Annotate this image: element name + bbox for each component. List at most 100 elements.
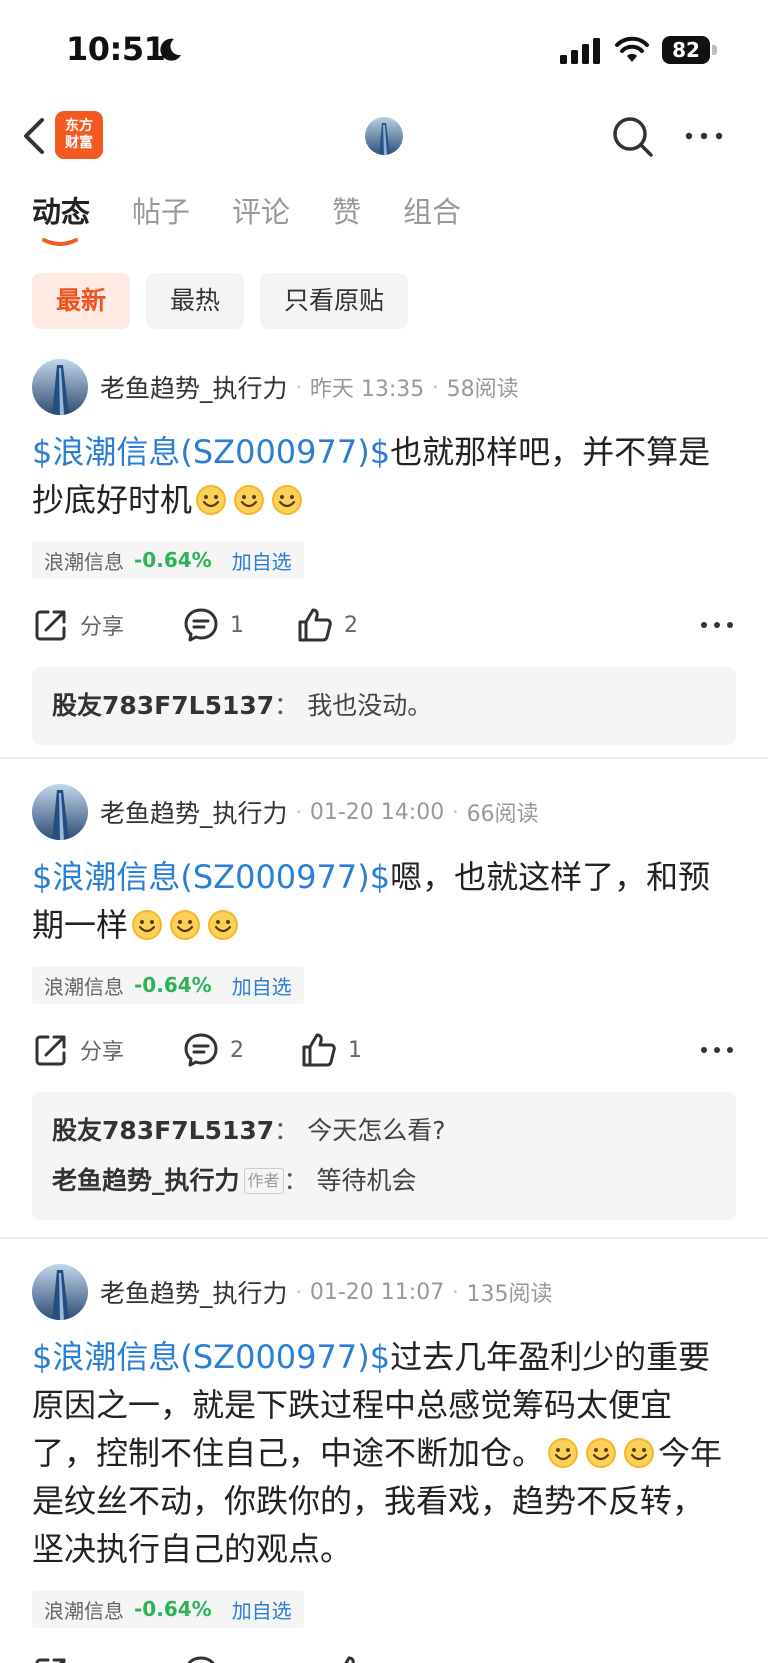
nav-bar: 东方 财富 (0, 100, 768, 172)
tab-portfolio[interactable]: 组合 (403, 188, 461, 236)
profile-tabs: 动态 帖子 评论 赞 组合 (32, 188, 503, 248)
comment-text: 我也没动。 (307, 691, 433, 720)
thumbs-up-icon (344, 1656, 355, 1663)
moon-icon (160, 38, 181, 61)
thumbs-up-icon (302, 1033, 336, 1067)
back-arrow-icon[interactable] (16, 114, 52, 158)
read-count: 66阅读 (466, 802, 539, 827)
read-count: 135阅读 (466, 1282, 553, 1307)
post-card[interactable]: 老鱼趋势_执行力 · 01-20 14:00 · 66阅读 $浪潮信息(SZ00… (0, 783, 768, 1220)
status-time: 10:51 (66, 30, 166, 68)
share-icon (35, 1658, 66, 1663)
tab-label: 组合 (403, 195, 462, 229)
stock-quote-chip[interactable]: 浪潮信息 -0.64% 加自选 (32, 541, 304, 579)
share-button[interactable] (32, 1648, 70, 1663)
comment-button[interactable]: 1 (182, 600, 244, 650)
post-actions (32, 1648, 736, 1663)
filter-hottest[interactable]: 最热 (146, 273, 245, 329)
tab-posts[interactable]: 帖子 (132, 188, 190, 236)
post-time: 01-20 14:00 (309, 799, 445, 825)
author-avatar[interactable] (32, 784, 88, 840)
comment-count: 2 (230, 1037, 244, 1063)
add-watchlist-button[interactable]: 加自选 (232, 1595, 292, 1624)
comment-button[interactable]: 2 (182, 1025, 244, 1075)
add-watchlist-button[interactable]: 加自选 (232, 546, 292, 575)
stock-link[interactable]: $浪潮信息(SZ000977)$ (32, 1338, 390, 1376)
share-button[interactable]: 分享 (32, 1025, 124, 1075)
smile-emoji-icon (586, 1438, 617, 1468)
logo-line-2: 财富 (65, 135, 93, 151)
battery-tip (712, 45, 717, 55)
tab-label: 评论 (232, 195, 291, 229)
post-content[interactable]: $浪潮信息(SZ000977)$也就那样吧，并不算是抄底好时机 (32, 428, 732, 524)
comment-icon (187, 1656, 215, 1663)
like-button[interactable]: 1 (300, 1025, 362, 1075)
stock-quote-chip[interactable]: 浪潮信息 -0.64% 加自选 (32, 966, 304, 1004)
like-button[interactable] (332, 1648, 370, 1663)
filter-latest[interactable]: 最新 (32, 273, 131, 329)
stock-link[interactable]: $浪潮信息(SZ000977)$ (32, 858, 390, 896)
commenter-name[interactable]: 股友783F7L5137 (52, 1116, 274, 1145)
more-options-icon[interactable] (682, 120, 726, 152)
comment-button[interactable] (182, 1648, 220, 1663)
comment-item: 股友783F7L5137： 我也没动。 (52, 681, 716, 731)
separator-dot: · (432, 375, 439, 399)
tab-label: 赞 (332, 195, 362, 229)
comment-item: 老鱼趋势_执行力 作者：等待机会 (52, 1156, 716, 1206)
share-label: 分享 (80, 1040, 125, 1065)
post-divider (0, 1237, 768, 1239)
active-tab-indicator (42, 238, 78, 246)
share-icon (35, 1035, 66, 1066)
tab-activity[interactable]: 动态 (32, 188, 91, 246)
share-button[interactable]: 分享 (32, 600, 124, 650)
stock-name: 浪潮信息 (44, 974, 124, 999)
comment-text: 今天怎么看? (307, 1116, 446, 1145)
filter-original-only[interactable]: 只看原贴 (260, 273, 409, 329)
post-content[interactable]: $浪潮信息(SZ000977)$嗯，也就这样了，和预期一样 (32, 853, 732, 949)
add-watchlist-button[interactable]: 加自选 (232, 971, 292, 1000)
author-name[interactable]: 老鱼趋势_执行力 (100, 794, 288, 830)
stock-link[interactable]: $浪潮信息(SZ000977)$ (32, 433, 390, 471)
stock-name: 浪潮信息 (44, 549, 124, 574)
cellular-signal-icon (560, 38, 600, 64)
smile-emoji-icon (196, 485, 227, 515)
post-header: 老鱼趋势_执行力 · 01-20 11:07 · 135阅读 (32, 1263, 553, 1321)
like-count: 2 (344, 612, 358, 638)
author-name[interactable]: 老鱼趋势_执行力 (100, 1274, 288, 1310)
post-content[interactable]: $浪潮信息(SZ000977)$过去几年盈利少的重要原因之一，就是下跌过程中总感… (32, 1333, 732, 1573)
comment-preview[interactable]: 股友783F7L5137： 今天怎么看? 老鱼趋势_执行力 作者：等待机会 (32, 1092, 736, 1220)
post-card[interactable]: 老鱼趋势_执行力 · 01-20 11:07 · 135阅读 $浪潮信息(SZ0… (0, 1263, 768, 1663)
comment-icon (184, 1033, 218, 1067)
author-avatar[interactable] (32, 1264, 88, 1320)
comment-text: 等待机会 (316, 1166, 417, 1195)
app-logo[interactable]: 东方 财富 (55, 111, 103, 159)
commenter-name[interactable]: 老鱼趋势_执行力 (52, 1166, 240, 1195)
filter-bar: 最新 最热 只看原贴 (32, 273, 424, 329)
like-button[interactable]: 2 (296, 600, 358, 650)
search-icon[interactable] (610, 114, 656, 160)
smile-emoji-icon (208, 910, 239, 940)
post-actions: 分享 2 1 (32, 1025, 736, 1075)
author-name[interactable]: 老鱼趋势_执行力 (100, 369, 288, 405)
tab-likes[interactable]: 赞 (332, 188, 361, 236)
post-more-icon[interactable] (698, 1031, 736, 1069)
stock-change: -0.64% (134, 548, 212, 572)
smile-emoji-icon (272, 485, 303, 515)
author-avatar[interactable] (32, 359, 88, 415)
stock-change: -0.64% (134, 973, 212, 997)
tab-label: 动态 (32, 195, 91, 229)
profile-avatar[interactable] (365, 117, 403, 155)
post-card[interactable]: 老鱼趋势_执行力 · 昨天 13:35 · 58阅读 $浪潮信息(SZ00097… (0, 358, 768, 745)
comment-item: 股友783F7L5137： 今天怎么看? (52, 1106, 716, 1156)
tab-label: 帖子 (132, 195, 191, 229)
tab-comments[interactable]: 评论 (232, 188, 290, 236)
post-header: 老鱼趋势_执行力 · 01-20 14:00 · 66阅读 (32, 783, 539, 841)
stock-quote-chip[interactable]: 浪潮信息 -0.64% 加自选 (32, 1590, 304, 1628)
commenter-name[interactable]: 股友783F7L5137 (52, 691, 274, 720)
comment-preview[interactable]: 股友783F7L5137： 我也没动。 (32, 667, 736, 745)
post-more-icon[interactable] (698, 606, 736, 644)
comment-colon: ： (283, 1166, 309, 1195)
separator-dot: · (295, 375, 302, 399)
status-bar: 10:51 82 (0, 0, 768, 100)
thumbs-up-icon (298, 608, 332, 642)
